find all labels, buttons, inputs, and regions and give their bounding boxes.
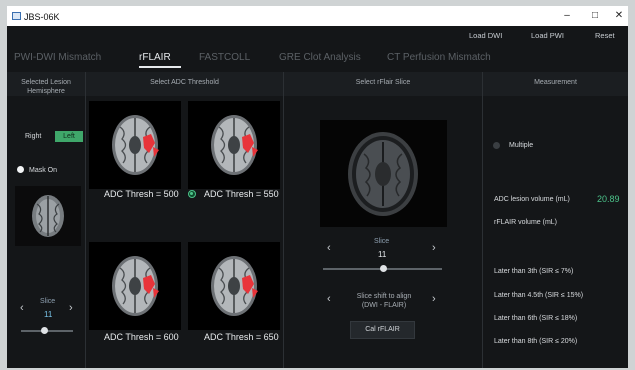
shift-next-chevron-icon[interactable]: › xyxy=(432,293,436,305)
brain-scan-icon xyxy=(112,115,159,175)
measurement-title: Measurement xyxy=(534,79,577,86)
later-than-6h-label: Later than 6th (SIR ≤ 18%) xyxy=(494,315,578,322)
adc-threshold-600-label[interactable]: ADC Thresh = 600 xyxy=(104,332,179,342)
divider xyxy=(283,72,284,368)
adc-thumbnail-500[interactable] xyxy=(89,101,181,189)
adc-thumbnail-600[interactable] xyxy=(89,242,181,330)
tab-fastcoll[interactable]: FASTCOLL xyxy=(199,52,250,63)
app-icon xyxy=(12,12,21,20)
later-than-8h-label: Later than 8th (SIR ≤ 20%) xyxy=(494,338,578,345)
multiple-toggle[interactable] xyxy=(493,142,500,149)
active-tab-indicator xyxy=(139,66,181,68)
flair-slice-value: 11 xyxy=(378,250,387,259)
adc-threshold-500-label[interactable]: ADC Thresh = 500 xyxy=(104,189,179,199)
left-slice-label: Slice xyxy=(40,298,56,305)
left-slice-next-chevron-icon[interactable]: › xyxy=(69,302,73,314)
divider xyxy=(482,72,483,368)
later-than-3h-label: Later than 3th (SIR ≤ 7%) xyxy=(494,268,574,275)
shift-label-line2: (DWI - FLAIR) xyxy=(361,302,407,309)
flair-brain-icon xyxy=(348,132,418,216)
hemisphere-header: Selected Lesion Hemisphere xyxy=(7,72,85,96)
divider xyxy=(85,72,86,368)
window-title: JBS-06K xyxy=(24,12,60,22)
adc-threshold-title: Select ADC Threshold xyxy=(150,79,219,86)
flair-slice-slider[interactable] xyxy=(323,265,442,272)
hemisphere-right-option[interactable]: Right xyxy=(25,133,41,140)
tab-ct-perfusion-mismatch[interactable]: CT Perfusion Mismatch xyxy=(387,52,491,63)
rflair-volume-label: rFLAIR volume (mL) xyxy=(494,219,558,226)
mask-on-label[interactable]: Mask On xyxy=(29,167,57,174)
left-slice-prev-chevron-icon[interactable]: ‹ xyxy=(20,302,24,314)
adc-threshold-550-radio[interactable] xyxy=(188,190,196,198)
tab-gre-clot-analysis[interactable]: GRE Clot Analysis xyxy=(279,52,361,63)
load-pwi-link[interactable]: Load PWI xyxy=(531,31,564,40)
app-window: JBS-06K – □ ✕ Load DWI Load PWI Reset PW… xyxy=(7,6,628,368)
brain-scan-icon xyxy=(211,256,258,316)
flair-slice-next-chevron-icon[interactable]: › xyxy=(432,242,436,254)
brain-scan-icon xyxy=(112,256,159,316)
left-slice-slider[interactable] xyxy=(21,327,73,334)
adc-thumbnail-650[interactable] xyxy=(188,242,280,330)
left-slice-slider-knob[interactable] xyxy=(41,327,49,334)
hemisphere-title-line2: Hemisphere xyxy=(27,88,65,95)
flair-slice-prev-chevron-icon[interactable]: ‹ xyxy=(327,242,331,254)
adc-volume-value: 20.89 xyxy=(597,194,620,204)
minimize-button[interactable]: – xyxy=(553,8,581,24)
adc-thumbnail-550[interactable] xyxy=(188,101,280,189)
flair-slice-header: Select rFlair Slice xyxy=(284,72,482,96)
adc-threshold-550-label[interactable]: ADC Thresh = 550 xyxy=(204,189,279,199)
shift-prev-chevron-icon[interactable]: ‹ xyxy=(327,293,331,305)
cal-rflair-button[interactable]: Cal rFLAIR xyxy=(350,321,415,339)
brain-mask-icon xyxy=(32,195,64,237)
load-dwi-link[interactable]: Load DWI xyxy=(469,31,502,40)
close-button[interactable]: ✕ xyxy=(605,8,628,24)
mask-toggle-indicator[interactable] xyxy=(17,166,24,173)
flair-slice-label: Slice xyxy=(374,238,390,245)
shift-label-line1: Slice shift to align xyxy=(356,293,412,300)
measurement-header: Measurement xyxy=(483,72,628,96)
tab-pwi-dwi-mismatch[interactable]: PWI-DWI Mismatch xyxy=(14,52,101,63)
adc-threshold-header: Select ADC Threshold xyxy=(86,72,283,96)
reset-link[interactable]: Reset xyxy=(595,31,615,40)
shift-label: Slice shift to align (DWI - FLAIR) xyxy=(341,292,427,310)
adc-threshold-650-label[interactable]: ADC Thresh = 650 xyxy=(204,332,279,342)
brain-scan-icon xyxy=(211,115,258,175)
hemisphere-title-line1: Selected Lesion xyxy=(21,79,71,86)
flair-slice-title: Select rFlair Slice xyxy=(355,79,411,86)
flair-image xyxy=(320,120,447,227)
later-than-4-5h-label: Later than 4.5th (SIR ≤ 15%) xyxy=(494,292,584,299)
flair-slice-slider-knob[interactable] xyxy=(379,265,387,272)
adc-volume-label: ADC lesion volume (mL) xyxy=(494,196,570,203)
left-slice-value: 11 xyxy=(44,310,53,319)
title-bar: JBS-06K – □ ✕ xyxy=(7,6,628,26)
hemisphere-left-option[interactable]: Left xyxy=(55,131,83,142)
tab-rflair[interactable]: rFLAIR xyxy=(139,52,171,63)
mask-preview-image xyxy=(15,186,81,246)
multiple-label[interactable]: Multiple xyxy=(509,142,533,149)
